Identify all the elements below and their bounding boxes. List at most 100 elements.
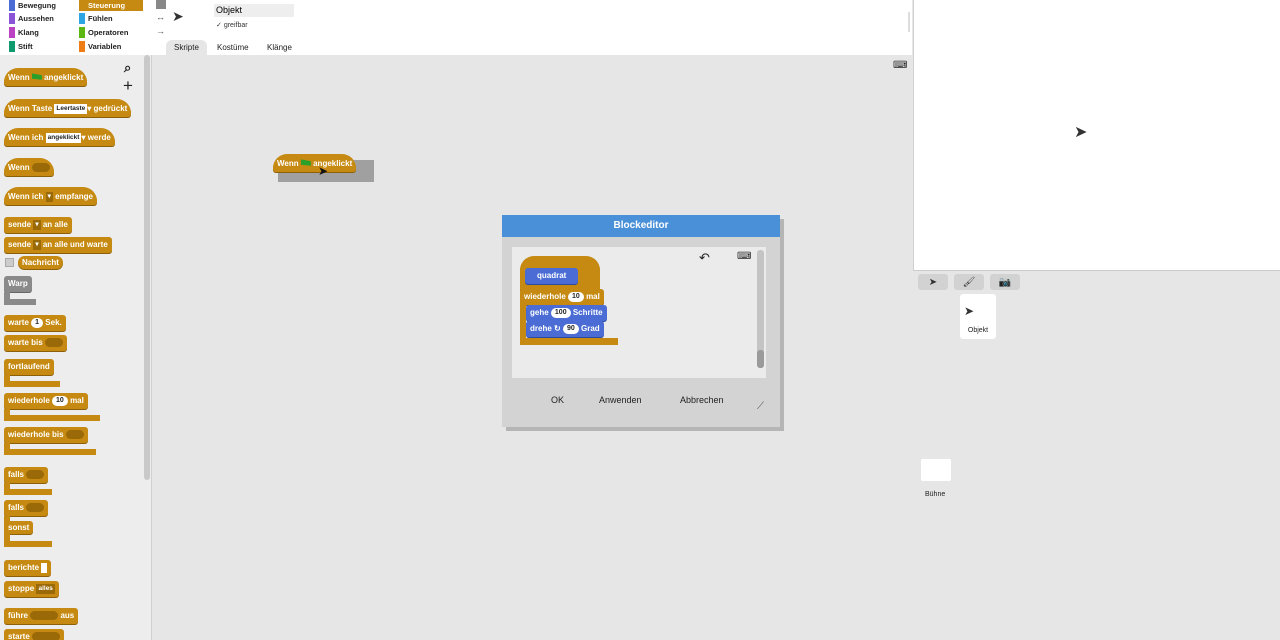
tab-label: Kostüme	[217, 43, 249, 52]
value-slot[interactable]	[41, 562, 48, 573]
block-when-flag-clicked[interactable]: Wenn angeklickt	[4, 68, 88, 86]
ring-slot[interactable]	[32, 632, 61, 640]
add-icon[interactable]: +	[123, 76, 133, 96]
block-forever[interactable]: fortlaufend	[4, 359, 54, 375]
condition-slot[interactable]	[44, 338, 63, 348]
block-when-clicked[interactable]: Wenn ich angeklickt ▾ werde	[4, 128, 115, 146]
sprite-arrow-icon: ➤	[964, 304, 975, 318]
category-control[interactable]: Steuerung	[79, 0, 143, 11]
category-swatch	[9, 41, 15, 52]
block-if[interactable]: falls	[4, 467, 49, 483]
block-run[interactable]: führe aus	[4, 608, 79, 624]
block-broadcast[interactable]: sende ▾ an alle	[4, 217, 72, 233]
category-label: Operatoren	[88, 28, 129, 37]
block-warp[interactable]: Warp	[4, 276, 32, 292]
condition-slot[interactable]	[31, 163, 50, 173]
prototype-block[interactable]: quadrat	[525, 268, 579, 284]
block-when-receive[interactable]: Wenn ich ▾ empfange	[4, 187, 97, 205]
flip-style-icon[interactable]: ↔	[156, 12, 165, 22]
category-pen[interactable]: Stift	[9, 41, 73, 52]
category-sound[interactable]: Klang	[9, 27, 73, 38]
turtle-icon: ➤	[928, 276, 938, 288]
undo-icon[interactable]: ↶	[699, 250, 710, 266]
camera-button[interactable]: 📷	[990, 274, 1020, 290]
sprite-icon-tile[interactable]: ➤ Objekt	[960, 294, 996, 339]
block-text: berichte	[8, 563, 40, 572]
message-dropdown[interactable]: ▾	[45, 191, 53, 202]
block-repeat-until[interactable]: wiederhole bis	[4, 427, 88, 443]
block-warp-foot	[4, 299, 36, 305]
block-repeat[interactable]: wiederhole 10 mal	[4, 393, 88, 409]
block-text: sende	[8, 220, 32, 229]
category-label: Steuerung	[88, 1, 126, 10]
dialog-title[interactable]: Blockeditor	[502, 215, 780, 237]
category-variables[interactable]: Variablen	[79, 41, 143, 52]
block-if-else[interactable]: falls	[4, 500, 49, 516]
block-broadcast-and-wait[interactable]: sende ▾ an alle und warte	[4, 237, 112, 253]
block-report[interactable]: berichte	[4, 560, 52, 576]
block-wait[interactable]: warte 1 Sek.	[4, 315, 66, 331]
message-checkbox[interactable]	[5, 258, 14, 267]
apply-button[interactable]: Anwenden	[599, 390, 642, 410]
number-input[interactable]: 100	[550, 307, 571, 318]
condition-slot[interactable]	[26, 470, 45, 480]
turtle-sprite-button[interactable]: ➤	[918, 274, 948, 290]
category-motion[interactable]: Bewegung	[9, 0, 73, 11]
tab-costumes[interactable]: Kostüme	[209, 40, 257, 56]
script-block-when-flag-clicked[interactable]: Wenn angeklickt	[273, 154, 357, 172]
block-editor-dialog[interactable]: Blockeditor ↶ ⌨ quadrat wiederhole 10 ma…	[502, 215, 780, 427]
repeat-block[interactable]: wiederhole 10 mal	[520, 289, 604, 305]
editor-scrollbar[interactable]	[757, 250, 764, 368]
cancel-button[interactable]: Abbrechen	[680, 390, 724, 410]
stage-thumbnail[interactable]	[921, 459, 951, 481]
resize-handle-icon[interactable]: ⟋	[757, 401, 764, 412]
block-text: drehe	[530, 324, 552, 333]
block-palette[interactable]: ⌕ + Wenn angeklickt Wenn Taste Leertaste…	[0, 55, 152, 640]
ring-slot[interactable]	[30, 611, 59, 621]
number-input[interactable]: 10	[568, 291, 584, 302]
block-launch[interactable]: starte	[4, 629, 65, 640]
category-operators[interactable]: Operatoren	[79, 27, 143, 38]
condition-slot[interactable]	[26, 503, 45, 513]
block-when[interactable]: Wenn	[4, 158, 54, 176]
ok-button[interactable]: OK	[551, 390, 564, 410]
rotate-style-icon[interactable]	[156, 0, 166, 9]
palette-scrollbar[interactable]	[144, 55, 150, 480]
message-dropdown[interactable]: ▾	[33, 219, 41, 230]
condition-slot[interactable]	[65, 430, 84, 440]
block-editor-canvas[interactable]: ↶ ⌨ quadrat wiederhole 10 mal gehe 100 S…	[512, 247, 766, 378]
number-input[interactable]: 1	[31, 317, 44, 328]
scrollbar-thumb[interactable]	[757, 350, 764, 368]
number-input[interactable]: 10	[52, 395, 68, 406]
keyboard-icon[interactable]: ⌨	[893, 60, 907, 71]
block-when-key-pressed[interactable]: Wenn Taste Leertaste ▾ gedrückt	[4, 99, 132, 117]
tab-scripts[interactable]: Skripte	[166, 40, 207, 56]
block-stop[interactable]: stoppe alles	[4, 581, 59, 597]
block-message-reporter[interactable]: Nachricht	[18, 256, 63, 269]
message-dropdown[interactable]: ▾	[33, 239, 41, 250]
number-input[interactable]: 90	[562, 323, 579, 334]
stage[interactable]: ➤	[913, 0, 1280, 270]
category-looks[interactable]: Aussehen	[9, 13, 73, 24]
block-wait-until[interactable]: warte bis	[4, 335, 67, 351]
block-text: wiederhole	[524, 292, 566, 301]
search-icon[interactable]: ⌕	[124, 60, 131, 76]
draggable-checkbox[interactable]: ✓ greifbar	[216, 21, 248, 29]
move-block[interactable]: gehe 100 Schritte	[526, 305, 607, 321]
no-rotate-icon[interactable]: →	[156, 26, 165, 36]
turn-block[interactable]: drehe ↻ 90 Grad	[526, 321, 604, 337]
key-dropdown[interactable]: Leertaste	[54, 103, 88, 114]
keyboard-icon[interactable]: ⌨	[737, 251, 751, 262]
block-text: gehe	[530, 308, 549, 317]
sprite-thumbnail-icon: ➤	[172, 8, 184, 24]
brush-icon: 🖌	[962, 276, 976, 288]
paint-button[interactable]: 🖌	[954, 274, 984, 290]
sprite-name-field[interactable]: Objekt	[214, 4, 294, 17]
block-text: Wenn Taste	[8, 104, 53, 113]
category-sensing[interactable]: Fühlen	[79, 13, 143, 24]
stop-dropdown[interactable]: alles	[36, 583, 55, 594]
event-dropdown[interactable]: angeklickt	[45, 132, 82, 143]
block-text: werde	[87, 133, 111, 142]
tab-sounds[interactable]: Klänge	[259, 40, 300, 56]
sprite-arrow-icon[interactable]: ➤	[1074, 122, 1087, 142]
